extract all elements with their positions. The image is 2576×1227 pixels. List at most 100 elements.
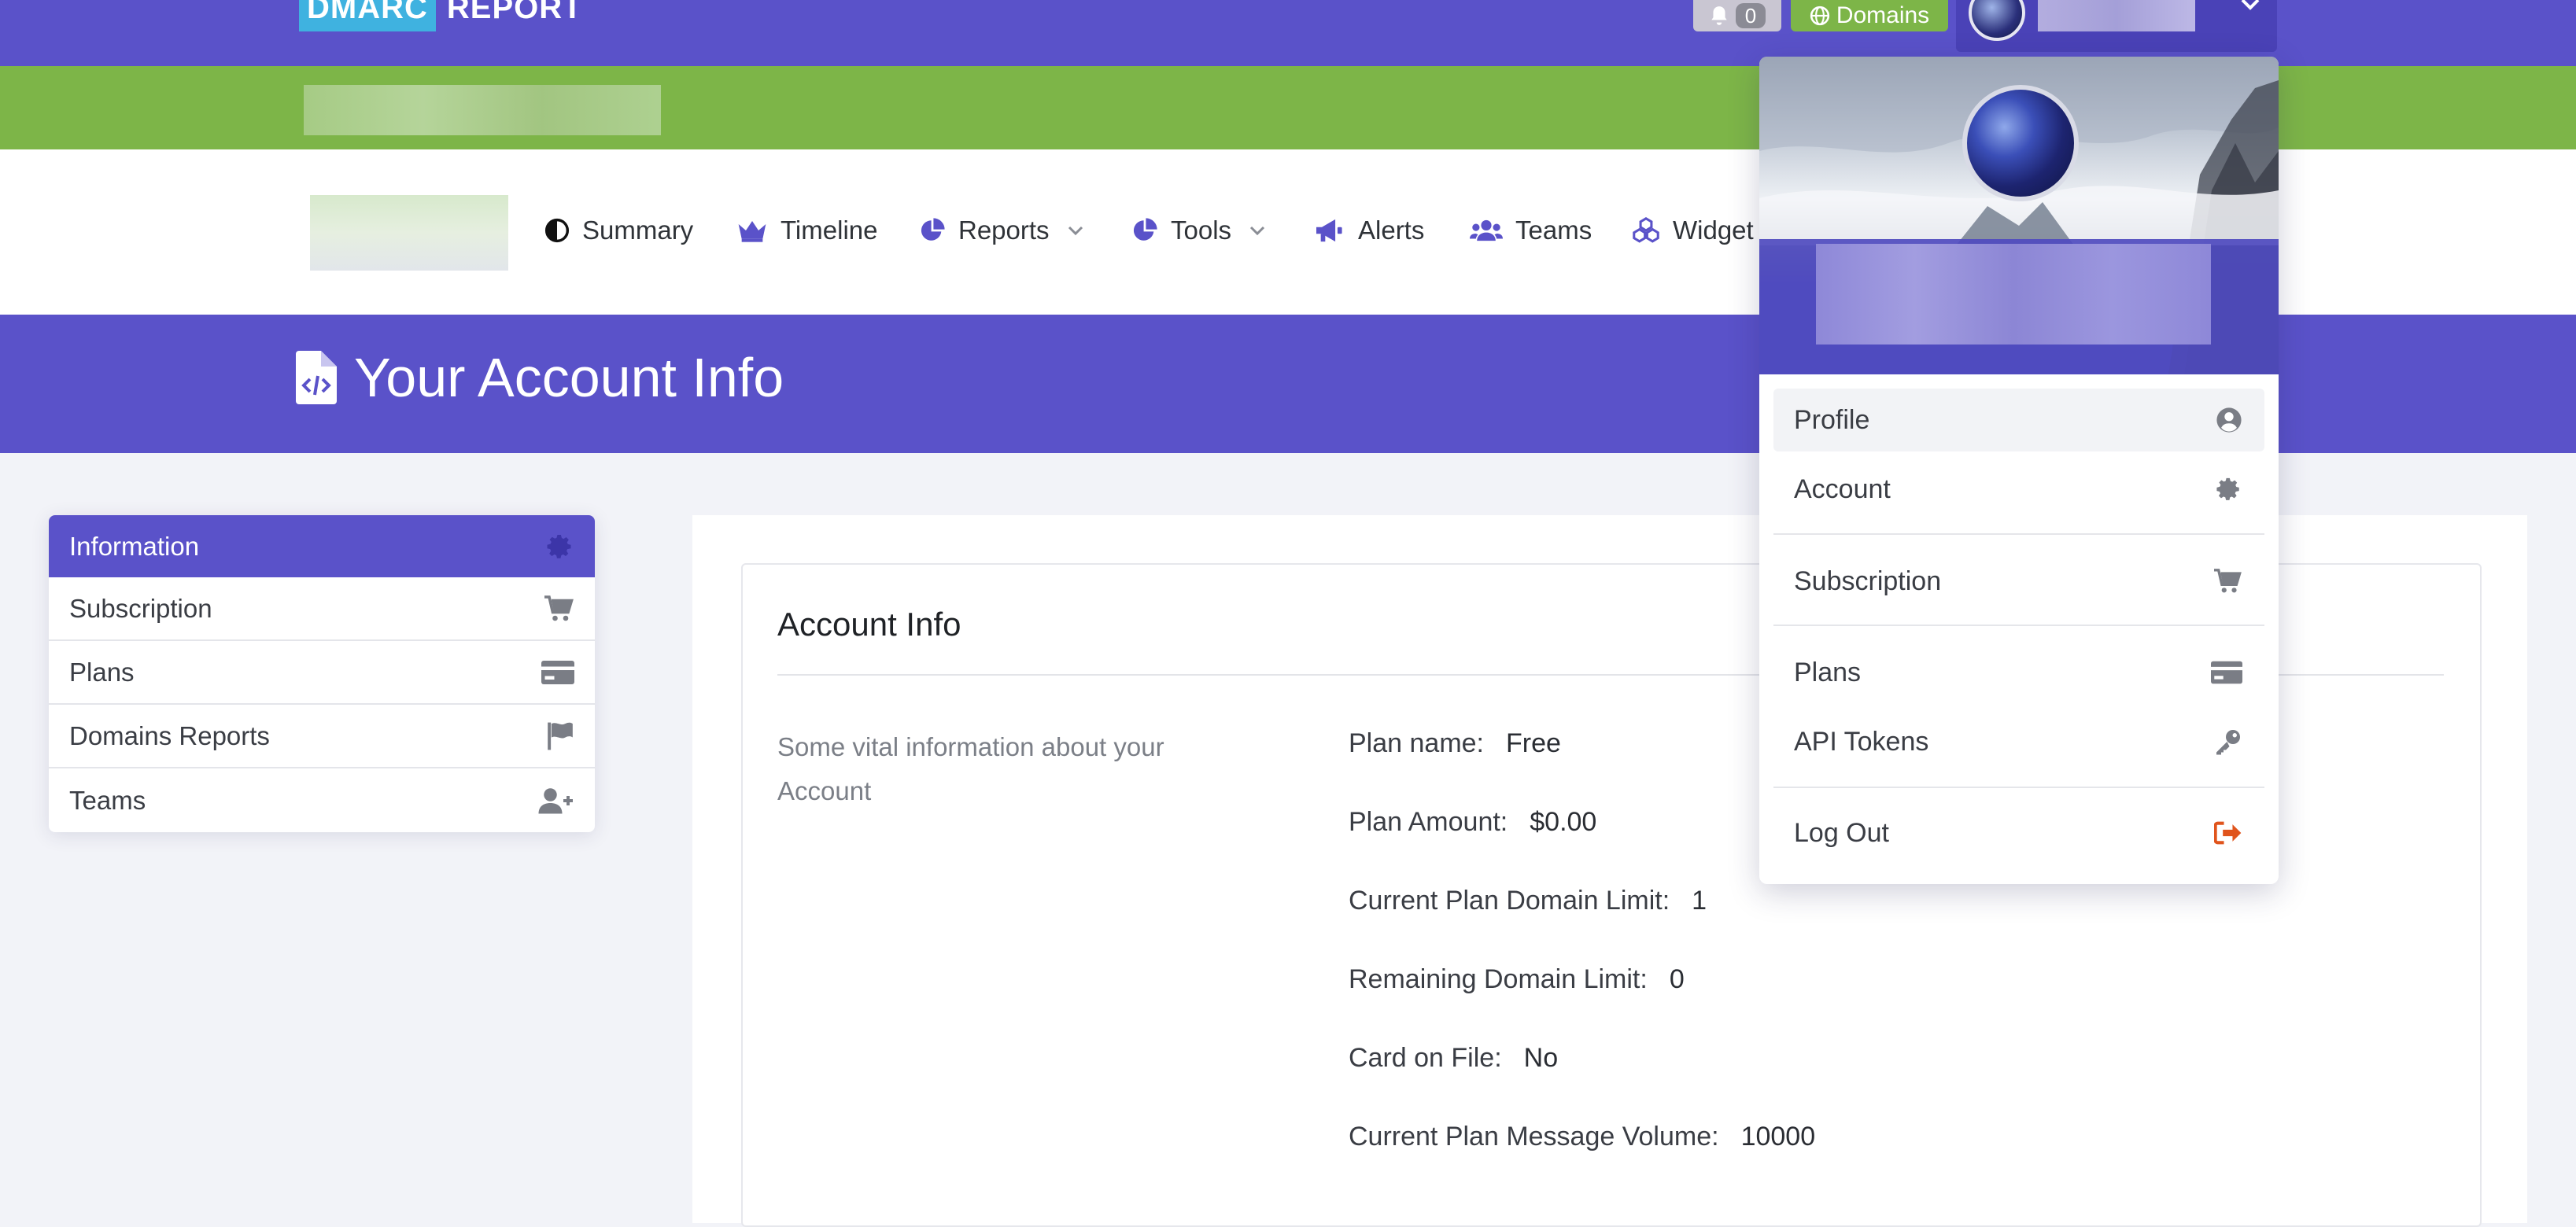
user-plus-icon: [538, 787, 574, 815]
menu-item-label: Subscription: [1794, 566, 1942, 596]
nav-item-label: Widget: [1673, 216, 1754, 245]
credit-card-icon: [541, 660, 574, 685]
nav-item-label: Teams: [1515, 216, 1592, 245]
user-menu-toggle[interactable]: [1956, 0, 2277, 52]
info-label: Plan name:: [1349, 728, 1484, 758]
pie-chart-icon: [919, 217, 946, 244]
sidebar-item-information[interactable]: Information: [49, 515, 595, 577]
key-icon: [2214, 728, 2242, 756]
card-title: Account Info: [777, 606, 961, 643]
info-label: Remaining Domain Limit:: [1349, 964, 1648, 994]
brand-logo-part2: REPORT: [446, 0, 583, 25]
crown-icon: [736, 218, 768, 243]
cubes-icon: [1632, 217, 1660, 244]
info-row-plan-amount: Plan Amount: $0.00: [1349, 807, 1596, 838]
info-value: 0: [1669, 964, 1685, 994]
info-value: Free: [1506, 728, 1561, 758]
nav-item-tools[interactable]: Tools: [1131, 203, 1266, 258]
sidebar-item-label: Domains Reports: [69, 720, 270, 750]
menu-item-label: Log Out: [1794, 817, 1889, 848]
brand-logo-part1: DMARC: [299, 0, 436, 31]
info-label: Current Plan Message Volume:: [1349, 1122, 1719, 1151]
info-value: 1: [1692, 886, 1707, 916]
file-code-icon: [296, 351, 337, 404]
page-title: Your Account Info: [296, 346, 784, 409]
megaphone-icon: [1314, 217, 1345, 244]
credit-card-icon: [2211, 661, 2242, 684]
menu-item-label: API Tokens: [1794, 726, 1929, 757]
menu-item-log-out[interactable]: Log Out: [1773, 801, 2264, 864]
sidebar-item-subscription[interactable]: Subscription: [49, 577, 595, 641]
nav-item-reports[interactable]: Reports: [919, 203, 1084, 258]
cart-icon: [2212, 568, 2242, 595]
nav-item-label: Summary: [582, 216, 694, 245]
profile-avatar: [1962, 85, 2079, 201]
info-row-message-volume: Current Plan Message Volume: 10000: [1349, 1122, 1815, 1152]
menu-divider: [1773, 625, 2264, 626]
users-icon: [1470, 218, 1503, 243]
nav-item-teams[interactable]: Teams: [1470, 203, 1592, 258]
nav-item-widget[interactable]: Widget: [1632, 203, 1754, 258]
gear-icon: [2216, 476, 2242, 503]
menu-item-subscription[interactable]: Subscription: [1773, 550, 2264, 613]
info-label: Card on File:: [1349, 1043, 1502, 1073]
page-title-text: Your Account Info: [354, 347, 784, 408]
globe-icon: [1810, 6, 1830, 26]
sidebar-item-label: Plans: [69, 657, 135, 687]
menu-item-account[interactable]: Account: [1773, 458, 2264, 521]
gear-icon: [546, 532, 574, 561]
avatar: [1969, 0, 2025, 41]
sidebar-item-label: Teams: [69, 785, 146, 815]
info-value: $0.00: [1530, 807, 1597, 837]
brand-logo[interactable]: DMARC REPORT: [299, 0, 583, 31]
menu-item-label: Plans: [1794, 657, 1862, 687]
sidebar-item-label: Subscription: [69, 593, 212, 623]
menu-item-api-tokens[interactable]: API Tokens: [1773, 710, 2264, 773]
nav-item-summary[interactable]: Summary: [544, 203, 693, 258]
menu-divider: [1773, 533, 2264, 535]
sidebar-item-domains-reports[interactable]: Domains Reports: [49, 705, 595, 768]
info-value: 10000: [1740, 1122, 1816, 1151]
org-logo-redacted[interactable]: [310, 195, 508, 271]
info-row-domain-limit: Current Plan Domain Limit: 1: [1349, 886, 1707, 916]
menu-item-label: Profile: [1794, 404, 1870, 435]
menu-item-plans[interactable]: Plans: [1773, 641, 2264, 704]
user-name-redacted: [2038, 0, 2195, 31]
cart-icon: [543, 595, 574, 623]
nav-item-label: Timeline: [781, 216, 878, 245]
half-circle-icon: [544, 218, 570, 243]
menu-item-profile[interactable]: Profile: [1773, 389, 2264, 451]
announcement-text-redacted: [304, 85, 661, 135]
info-value: No: [1523, 1043, 1559, 1073]
chevron-down-icon: [1249, 224, 1266, 237]
pie-chart-icon: [1131, 217, 1158, 244]
bell-icon: [1709, 5, 1729, 27]
profile-name-redacted: [1816, 244, 2211, 345]
notification-count-badge: 0: [1735, 3, 1766, 28]
menu-divider: [1773, 787, 2264, 788]
info-row-plan-name: Plan name: Free: [1349, 728, 1561, 759]
nav-item-label: Tools: [1171, 216, 1232, 245]
user-circle-icon: [2216, 407, 2242, 433]
sign-out-icon: [2214, 821, 2242, 845]
notifications-button[interactable]: 0: [1693, 0, 1781, 31]
menu-item-label: Account: [1794, 473, 1891, 504]
user-dropdown-menu: Profile Account Subscription Plans API T…: [1759, 57, 2279, 884]
info-row-remaining-domain-limit: Remaining Domain Limit: 0: [1349, 964, 1685, 995]
nav-item-alerts[interactable]: Alerts: [1314, 203, 1424, 258]
flag-icon: [546, 721, 574, 751]
info-row-card-on-file: Card on File: No: [1349, 1043, 1558, 1074]
sidebar-item-plans[interactable]: Plans: [49, 641, 595, 705]
nav-item-label: Alerts: [1358, 216, 1425, 245]
card-description: Some vital information about your Accoun…: [777, 732, 1164, 805]
nav-item-label: Reports: [958, 216, 1050, 245]
chevron-down-icon: [1067, 224, 1084, 237]
sidebar-item-label: Information: [69, 531, 200, 561]
sidebar-item-teams[interactable]: Teams: [49, 768, 595, 832]
info-label: Current Plan Domain Limit:: [1349, 886, 1670, 916]
domains-button[interactable]: Domains: [1791, 0, 1948, 31]
info-label: Plan Amount:: [1349, 807, 1508, 837]
account-sidebar: Information Subscription Plans Domains R…: [49, 515, 595, 832]
domains-label: Domains: [1836, 2, 1930, 28]
nav-item-timeline[interactable]: Timeline: [736, 203, 877, 258]
